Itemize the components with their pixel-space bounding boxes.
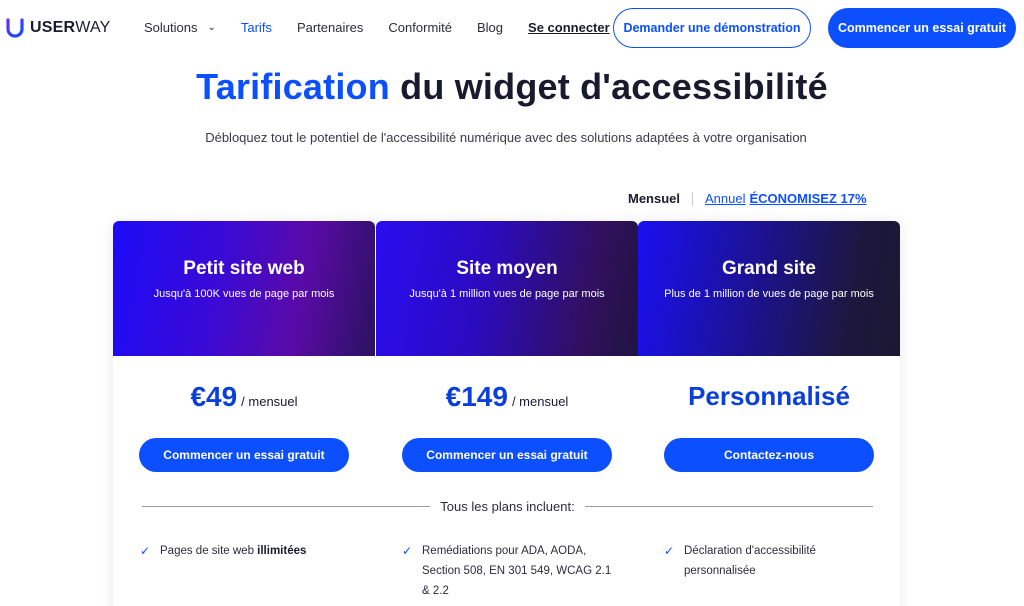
logo[interactable]: USERWAY bbox=[6, 18, 111, 38]
plan-description: Plus de 1 million de vues de page par mo… bbox=[664, 288, 874, 300]
feature-item: ✓ Déclaration d'accessibilité personnali… bbox=[664, 541, 854, 581]
userway-logo-icon bbox=[6, 18, 24, 38]
plan-price: Personnalisé bbox=[688, 381, 850, 411]
divider-line bbox=[142, 505, 431, 507]
nav-blog[interactable]: Blog bbox=[477, 20, 503, 35]
feature-item: ✓ Remédiations pour ADA, AODA, Section 5… bbox=[402, 541, 612, 601]
plan-period: / mensuel bbox=[241, 394, 298, 409]
contact-us-button[interactable]: Contactez-nous bbox=[664, 438, 874, 472]
plan-header: Grand site Plus de 1 million de vues de … bbox=[638, 221, 900, 356]
plan-description: Jusqu'à 1 million vues de page par mois bbox=[409, 288, 605, 300]
request-demo-button[interactable]: Demander une démonstration bbox=[613, 8, 811, 48]
nav-tarifs[interactable]: Tarifs bbox=[241, 20, 272, 35]
plan-header: Petit site web Jusqu'à 100K vues de page… bbox=[113, 221, 375, 356]
nav-solutions[interactable]: Solutions ⌄ bbox=[144, 20, 216, 35]
page-title: Tarification du widget d'accessibilité bbox=[196, 66, 828, 107]
page-subtitle: Débloquez tout le potentiel de l'accessi… bbox=[205, 130, 807, 145]
plan-trial-button[interactable]: Commencer un essai gratuit bbox=[139, 438, 349, 472]
billing-divider bbox=[692, 191, 694, 206]
nav-conformite[interactable]: Conformité bbox=[388, 20, 452, 35]
billing-monthly[interactable]: Mensuel bbox=[628, 191, 680, 206]
plan-description: Jusqu'à 100K vues de page par mois bbox=[153, 288, 335, 300]
chevron-down-icon: ⌄ bbox=[207, 22, 216, 33]
plan-price: €49 bbox=[190, 381, 238, 412]
feature-text: Pages de site web illimitées bbox=[160, 545, 307, 557]
billing-annual[interactable]: Annuel bbox=[705, 191, 745, 206]
plan-price-row: €49/ mensuel bbox=[113, 381, 375, 413]
billing-save-badge[interactable]: ÉCONOMISEZ 17% bbox=[750, 191, 867, 206]
includes-heading: Tous les plans incluent: bbox=[440, 498, 575, 514]
nav-partenaires[interactable]: Partenaires bbox=[297, 20, 363, 35]
plan-price-row: €149/ mensuel bbox=[376, 381, 638, 413]
plan-header: Site moyen Jusqu'à 1 million vues de pag… bbox=[376, 221, 638, 356]
plan-name: Petit site web bbox=[183, 258, 305, 279]
login-link[interactable]: Se connecter bbox=[528, 20, 610, 35]
nav-links: Solutions ⌄ Tarifs Partenaires Conformité… bbox=[144, 20, 610, 35]
start-trial-button[interactable]: Commencer un essai gratuit bbox=[828, 8, 1016, 48]
feature-item: ✓ Pages de site web illimitées bbox=[140, 541, 380, 561]
plan-price-row: Personnalisé bbox=[638, 381, 900, 412]
plan-trial-button[interactable]: Commencer un essai gratuit bbox=[402, 438, 612, 472]
check-icon: ✓ bbox=[140, 544, 151, 558]
plan-price: €149 bbox=[445, 381, 508, 412]
feature-text: Déclaration d'accessibilité personnalisé… bbox=[684, 545, 816, 577]
plan-name: Grand site bbox=[722, 258, 816, 279]
feature-text: Remédiations pour ADA, AODA, Section 508… bbox=[422, 545, 612, 597]
plan-period: / mensuel bbox=[511, 394, 569, 409]
plan-name: Site moyen bbox=[456, 258, 558, 279]
billing-toggle: Mensuel Annuel ÉCONOMISEZ 17% bbox=[628, 191, 867, 206]
divider-line bbox=[584, 505, 874, 507]
check-icon: ✓ bbox=[402, 544, 413, 558]
check-icon: ✓ bbox=[664, 544, 675, 558]
top-navigation: USERWAY Solutions ⌄ Tarifs Partenaires Co… bbox=[0, 0, 1024, 56]
logo-text: USERWAY bbox=[30, 19, 111, 36]
includes-divider: Tous les plans incluent: bbox=[142, 498, 874, 514]
